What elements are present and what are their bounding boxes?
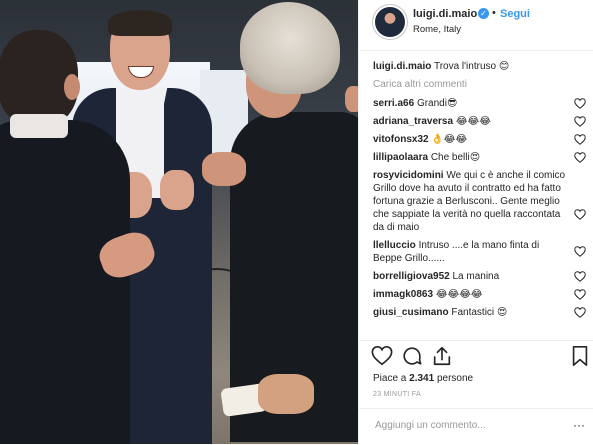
comment-username[interactable]: rosyvicidomini [373,170,444,181]
comment-username[interactable]: borrelligiova952 [373,271,450,282]
heart-icon[interactable] [574,134,586,145]
post-side-panel: luigi.di.maio ✓ • Segui Rome, Italy luig… [358,0,593,444]
post-actions-bar [359,340,593,371]
comments-list[interactable]: luigi.di.maio Trova l'intruso 😊 Carica a… [373,60,586,336]
verified-badge-icon: ✓ [478,8,489,19]
comment-username[interactable]: llelluccio [373,240,416,251]
comment-item: llelluccio Intruso ....e la mano finta d… [373,239,586,265]
add-comment-section: ··· [359,408,593,445]
comment-item: lillipaolaara Che belli😍 [373,151,586,164]
comment-item: serri.a66 Grandi😎 [373,97,586,110]
comment-username[interactable]: adriana_traversa [373,116,453,127]
partial-hand [345,86,358,112]
comment-username[interactable]: immagk0863 [373,289,433,300]
post-photo[interactable] [0,0,358,444]
instagram-post: luigi.di.maio ✓ • Segui Rome, Italy luig… [0,0,593,444]
caption-username[interactable]: luigi.di.maio [373,61,431,72]
heart-icon[interactable] [574,209,586,220]
comment-username[interactable]: vitofonsx32 [373,134,429,145]
load-more-comments-link[interactable]: Carica altri commenti [373,79,586,90]
add-comment-input[interactable] [373,419,557,432]
comment-item: adriana_traversa 😂😂😂 [373,115,586,128]
comment-text: 😂😂😂 [455,116,491,127]
person-right [202,2,358,442]
avatar[interactable] [375,7,405,37]
heart-icon[interactable] [574,271,586,282]
comment-item: immagk0863 😂😂😂😂 [373,288,586,301]
heart-icon[interactable] [574,116,586,127]
person-left [0,30,160,444]
comment-username[interactable]: serri.a66 [373,98,414,109]
bookmark-icon[interactable] [569,345,591,367]
caption-text: Trova l'intruso 😊 [433,61,510,72]
comment-item: rosyvicidomini We qui c è anche il comic… [373,169,586,234]
follow-button[interactable]: Segui [500,8,530,20]
comment-text: Fantastici 😍 [451,307,508,318]
post-timestamp[interactable]: 23 MINUTI FA [373,391,421,398]
more-options-icon[interactable]: ··· [573,418,585,432]
post-location[interactable]: Rome, Italy [413,24,461,35]
heart-icon[interactable] [574,289,586,300]
header-separator: • [492,7,496,19]
post-header: luigi.di.maio ✓ • Segui Rome, Italy [359,0,593,51]
comment-item: borrelligiova952 La manina [373,270,586,283]
header-username[interactable]: luigi.di.maio [413,8,477,20]
comment-text: 😂😂😂😂 [435,289,483,300]
comment-username[interactable]: lillipaolaara [373,152,428,163]
comment-text: La manina [452,271,500,282]
comment-text: Grandi😎 [416,98,458,109]
comment-bubble-icon[interactable] [401,345,423,367]
likes-count[interactable]: Piace a 2.341 persone [373,373,473,384]
comment-item: giusi_cusimano Fantastici 😍 [373,306,586,319]
heart-icon[interactable] [574,152,586,163]
comment-text: Che belli😍 [430,152,481,163]
comment-username[interactable]: giusi_cusimano [373,307,449,318]
heart-icon[interactable] [371,345,393,367]
comment-item: vitofonsx32 👌😂😂 [373,133,586,146]
heart-icon[interactable] [574,98,586,109]
post-caption: luigi.di.maio Trova l'intruso 😊 [373,60,586,73]
share-icon[interactable] [431,345,453,367]
heart-icon[interactable] [574,246,586,257]
heart-icon[interactable] [574,307,586,318]
comment-text: 👌😂😂 [431,134,468,145]
